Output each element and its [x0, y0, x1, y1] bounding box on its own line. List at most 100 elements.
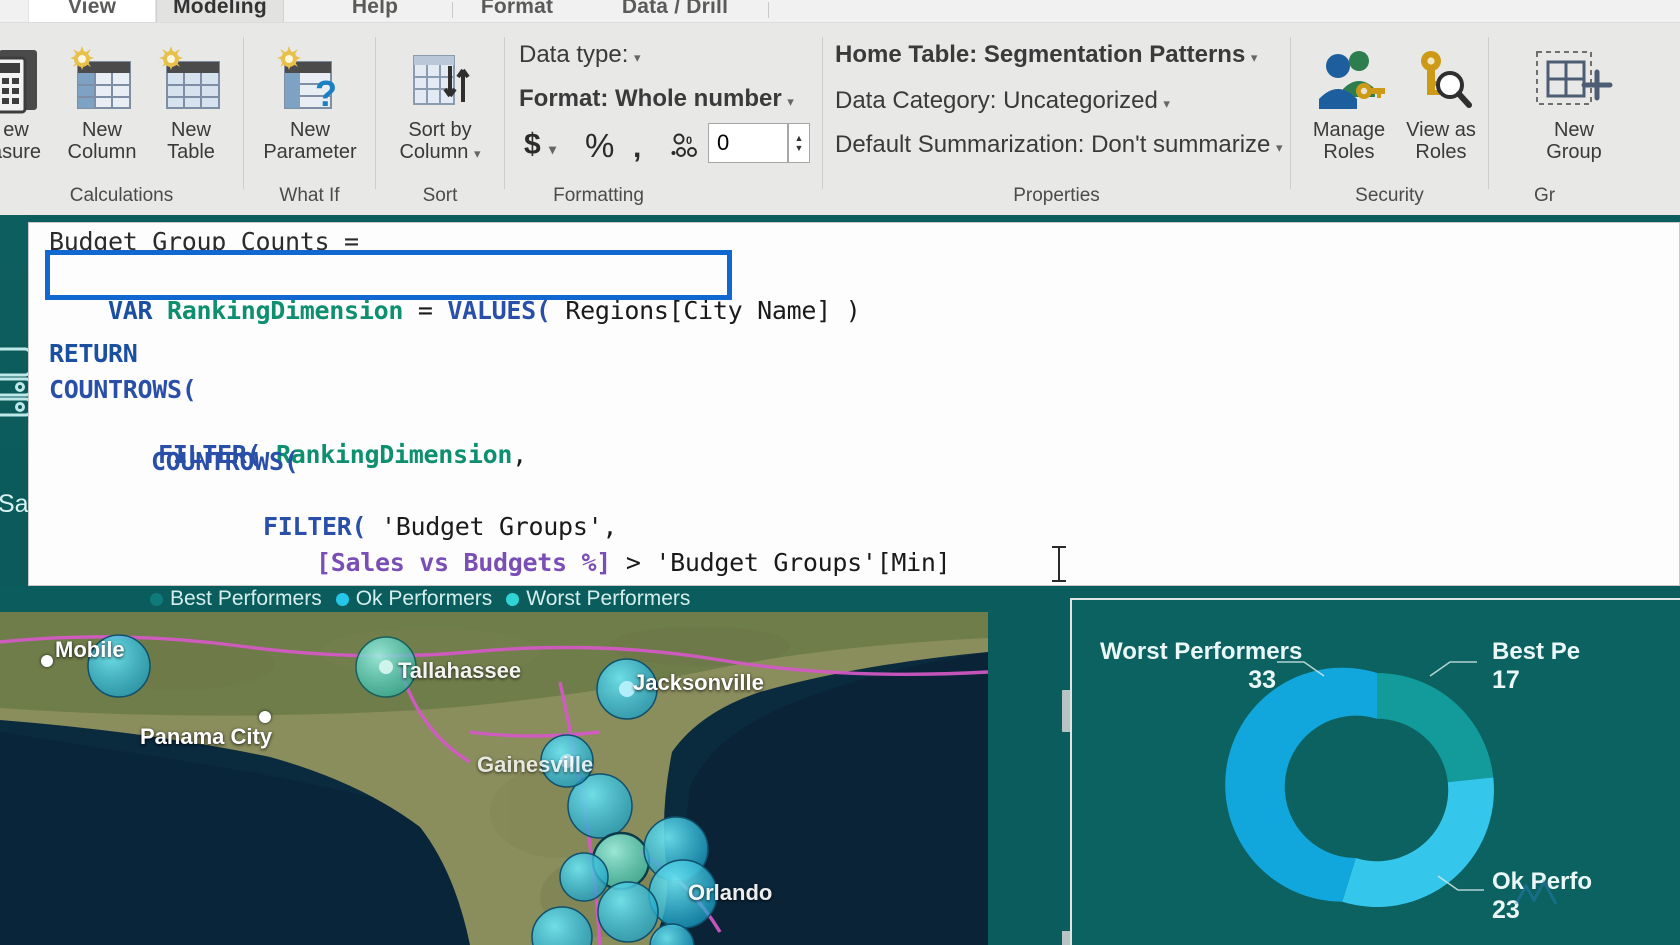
home-table-label: Home Table: Segmentation Patterns [835, 41, 1246, 68]
data-type-dropdown[interactable]: Data type: ▾ [519, 41, 641, 69]
city-label-orlando: Orlando [688, 880, 773, 905]
currency-symbol: $ [524, 128, 541, 161]
dax-token-var: VAR [108, 296, 153, 325]
tab-help[interactable]: Help [310, 0, 440, 22]
tab-data-drill-label: Data / Drill [621, 0, 729, 18]
svg-text:0: 0 [686, 135, 692, 147]
tab-format-label: Format [480, 0, 554, 18]
donut-label-best: Best Pe 17 [1492, 638, 1580, 695]
new-column-label-line1: New [81, 119, 122, 141]
manage-roles-label-line2: Roles [1323, 141, 1375, 163]
data-type-label: Data type: [519, 41, 629, 68]
map-visual[interactable]: Mobile Panama City Tallahassee Gainesvil… [0, 612, 988, 945]
new-parameter-button[interactable]: ? New Parameter [254, 41, 366, 163]
tab-format[interactable]: Format [462, 0, 572, 22]
group-label-properties: Properties [1013, 185, 1100, 206]
data-category-dropdown[interactable]: Data Category: Uncategorized ▾ [835, 87, 1170, 115]
new-group-label-line2: Group [1546, 141, 1602, 163]
ribbon: View Modeling Help Format Data / Drill e… [0, 0, 1680, 215]
legend-label-worst: Worst Performers [526, 587, 691, 610]
legend-item-ok[interactable]: Ok Performers [335, 587, 492, 611]
new-group-button[interactable]: New Group [1509, 41, 1639, 163]
legend-item-worst[interactable]: Worst Performers [506, 587, 690, 611]
dax-line-countrows-2[interactable]: COUNTROWS( [151, 447, 299, 476]
dax-token-lte: <= [670, 584, 700, 585]
legend-dot-ok [335, 592, 349, 606]
measure-name: Budget Group Counts = [49, 227, 359, 256]
format-dropdown[interactable]: Format: Whole number ▾ [519, 85, 794, 113]
decimal-places-stepper[interactable]: ▲ ▼ [788, 123, 810, 163]
tab-help-label: Help [351, 0, 399, 18]
decimal-places-value: 0 [717, 130, 730, 155]
percent-format-button[interactable]: % [585, 127, 614, 165]
default-summarization-label: Default Summarization: Don't summarize [835, 131, 1271, 158]
legend-dot-best [150, 592, 163, 606]
format-label: Format: Whole number [519, 85, 782, 112]
watermark-icon [1512, 878, 1572, 917]
tab-view[interactable]: View [28, 0, 156, 22]
map-legend: Best Performers Ok Performers Worst Perf… [0, 586, 1060, 612]
text-cursor-icon [1052, 546, 1066, 582]
stepper-down-icon[interactable]: ▼ [795, 143, 804, 153]
chevron-down-icon: ▾ [1275, 140, 1283, 155]
donut-label-best-name: Best Pe [1492, 638, 1581, 665]
group-label-groups: Gr [1533, 185, 1556, 206]
view-as-roles-icon [1395, 41, 1487, 119]
dax-line-countrows-1[interactable]: COUNTROWS( [49, 375, 197, 404]
ribbon-tab-bar: View Modeling Help Format Data / Drill [0, 0, 1680, 22]
tab-modeling[interactable]: Modeling [156, 0, 284, 22]
view-as-roles-label-line2: Roles [1415, 141, 1467, 163]
new-column-label-line2: Column [67, 141, 137, 163]
svg-text:?: ? [315, 73, 337, 114]
donut-label-worst-name: Worst Performers [1100, 638, 1303, 665]
chevron-down-icon: ▾ [1163, 96, 1170, 111]
city-dot-panama-city [259, 711, 271, 723]
decimal-places-input[interactable]: 0 [708, 123, 788, 163]
donut-chart-visual[interactable]: Worst Performers 33 Best Pe 17 Ok Perfo … [1070, 598, 1680, 945]
city-label-gainesville: Gainesville [477, 752, 594, 777]
tab-view-label: View [67, 0, 117, 18]
home-table-dropdown[interactable]: Home Table: Segmentation Patterns ▾ [835, 41, 1257, 69]
view-as-roles-button[interactable]: View as Roles [1395, 41, 1487, 163]
sort-by-column-label-line1: Sort by [408, 119, 472, 141]
new-group-label-line1: New [1553, 119, 1594, 141]
sort-by-column-label-text: Column [399, 141, 469, 163]
dax-line-var[interactable]: VAR RankingDimension = VALUES( Regions[C… [49, 267, 861, 354]
dax-token-values-fn: VALUES( [447, 296, 551, 325]
city-label-panama-city: Panama City [140, 724, 273, 749]
donut-label-worst: Worst Performers 33 [1100, 638, 1303, 695]
dax-token-comma: , [512, 440, 527, 469]
city-label-jacksonville: Jacksonville [633, 670, 764, 695]
legend-item-best[interactable]: Best Performers [150, 587, 322, 611]
currency-format-button[interactable]: $ ▾ [524, 128, 556, 162]
new-measure-button[interactable]: ew asure [0, 41, 60, 163]
tab-separator-1 [452, 2, 453, 18]
chevron-down-icon[interactable]: ▾ [474, 146, 481, 161]
dax-formula-bar[interactable]: Budget Group Counts = VAR RankingDimensi… [28, 222, 1680, 586]
sort-by-column-button[interactable]: Sort by Column ▾ [388, 41, 492, 165]
view-as-roles-label-line1: View as [1406, 119, 1476, 141]
new-table-label-line2: Table [167, 141, 215, 163]
dax-line-return[interactable]: RETURN [49, 339, 138, 368]
default-summarization-dropdown[interactable]: Default Summarization: Don't summarize ▾ [835, 131, 1283, 159]
chevron-down-icon: ▾ [549, 141, 557, 157]
tab-modeling-label: Modeling [173, 0, 267, 18]
thousands-separator-button[interactable]: , [633, 131, 641, 165]
tab-data-drill[interactable]: Data / Drill [600, 0, 750, 22]
ribbon-group-whatif: ? New Parameter What If [244, 23, 375, 216]
new-table-button[interactable]: New Table [148, 41, 234, 163]
manage-roles-button[interactable]: Manage Roles [1299, 41, 1399, 163]
new-parameter-label-line2: Parameter [263, 141, 357, 163]
new-table-icon [148, 41, 234, 119]
stepper-up-icon[interactable]: ▲ [795, 133, 804, 143]
legend-label-best: Best Performers [170, 587, 322, 610]
chevron-down-icon: ▾ [1250, 50, 1258, 65]
dax-token-max-col: 'Budget Groups'[Max] ) ) > 0 ) ) [714, 584, 1186, 585]
new-column-button[interactable]: New Column [56, 41, 148, 163]
dax-line-max-condition[interactable]: && [Sales vs Budgets %] <= 'Budget Group… [257, 555, 1187, 585]
decimal-places-icon[interactable]: 0 [671, 133, 703, 168]
new-table-label-line1: New [170, 119, 211, 141]
manage-roles-label-line1: Manage [1312, 119, 1386, 141]
ribbon-group-calculations: ew asure [0, 23, 243, 216]
new-column-icon [56, 41, 148, 119]
